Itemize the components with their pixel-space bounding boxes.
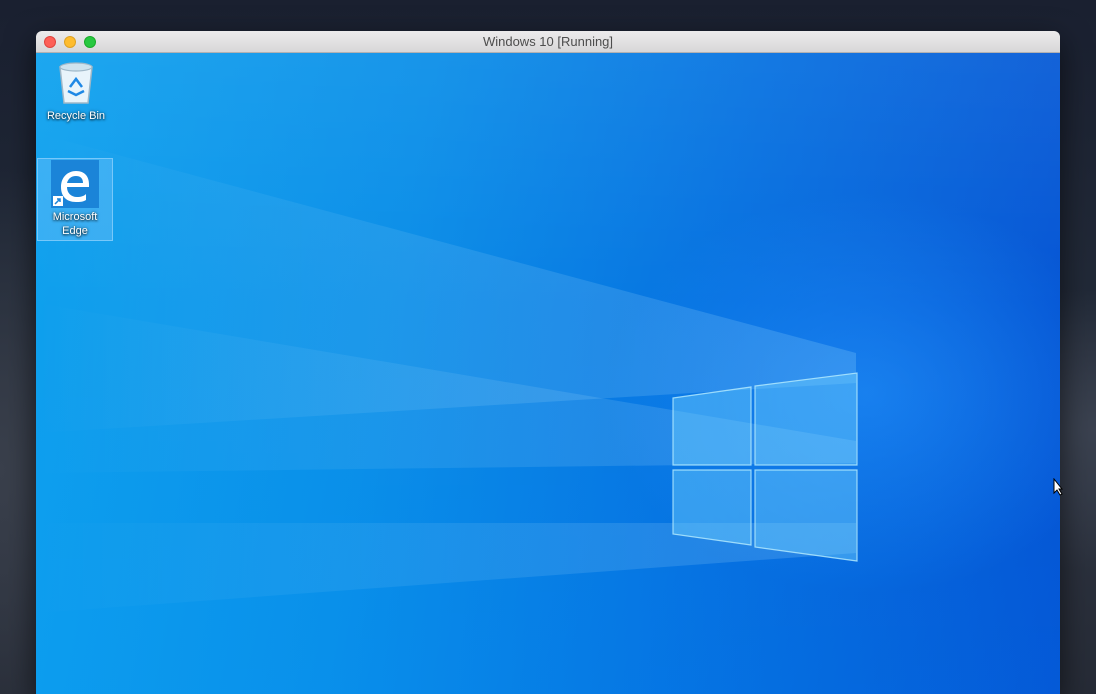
windows-logo-icon xyxy=(672,372,858,562)
microsoft-edge-label: Microsoft Edge xyxy=(52,211,98,237)
microsoft-edge-shortcut[interactable]: Microsoft Edge xyxy=(37,158,113,241)
microsoft-edge-icon xyxy=(51,160,99,208)
mouse-pointer-icon xyxy=(1053,478,1063,496)
virtualbox-window: Windows 10 [Running] Recycle Bin Microso… xyxy=(36,31,1060,694)
window-title: Windows 10 [Running] xyxy=(482,34,614,49)
guest-desktop[interactable]: Recycle Bin Microsoft Edge xyxy=(36,53,1060,694)
recycle-bin-label: Recycle Bin xyxy=(46,110,106,122)
recycle-bin-shortcut[interactable]: Recycle Bin xyxy=(38,59,114,139)
recycle-bin-icon xyxy=(59,62,93,104)
window-titlebar[interactable]: Windows 10 [Running] xyxy=(36,31,1060,53)
